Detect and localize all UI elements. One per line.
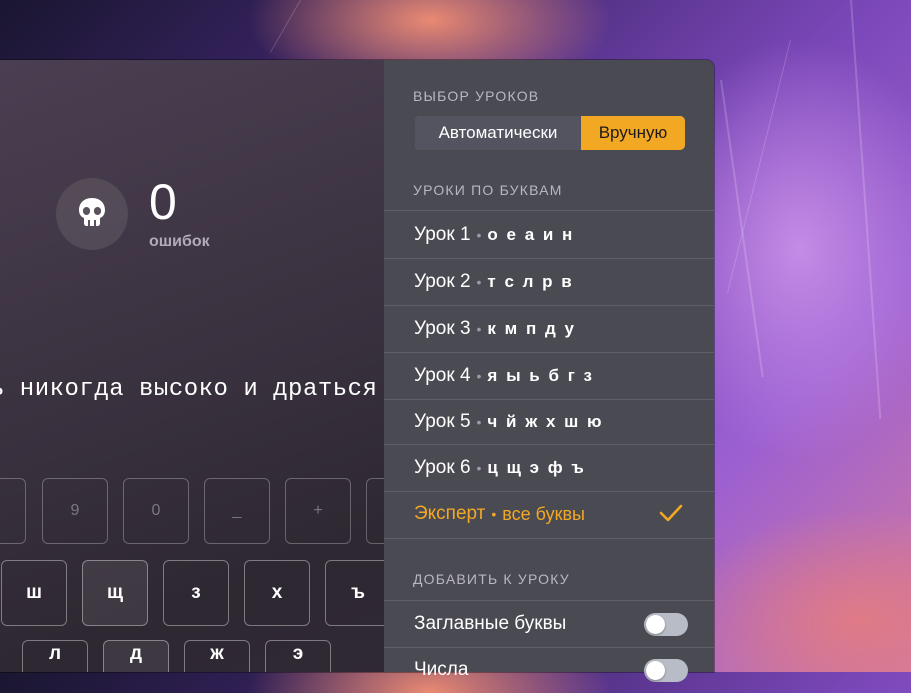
- toggle-knob: [646, 661, 665, 680]
- wallpaper-stroke: [727, 40, 791, 293]
- lesson-name: Эксперт: [414, 503, 486, 524]
- skull-icon: [75, 195, 109, 234]
- lesson-letters: о е а и н: [487, 225, 575, 244]
- uppercase-toggle[interactable]: [644, 613, 688, 636]
- toggle-row-numbers[interactable]: Числа: [384, 647, 714, 693]
- lesson-choice-header: ВЫБОР УРОКОВ: [413, 88, 540, 104]
- separator-dot: •: [476, 227, 482, 243]
- letter-lessons-header: УРОКИ ПО БУКВАМ: [413, 182, 563, 198]
- key-9[interactable]: 9: [42, 478, 108, 544]
- separator-dot: •: [476, 274, 482, 290]
- error-count: 0: [149, 174, 177, 230]
- separator-dot: •: [476, 321, 482, 337]
- key-hard-sign[interactable]: ъ: [325, 560, 391, 626]
- key-zhe[interactable]: ж: [184, 640, 250, 672]
- key-partial[interactable]: [0, 478, 26, 544]
- lesson-letters: т с л р в: [487, 272, 574, 291]
- key-el[interactable]: л: [22, 640, 88, 672]
- add-to-lesson-header: ДОБАВИТЬ К УРОКУ: [413, 571, 570, 587]
- lesson-letters: ч й ж х ш ю: [487, 412, 604, 431]
- mode-auto-button[interactable]: Автоматически: [415, 116, 581, 150]
- key-sha[interactable]: ш: [1, 560, 67, 626]
- wallpaper-stroke: [850, 0, 882, 419]
- key-shcha[interactable]: щ: [82, 560, 148, 626]
- lesson-letters: все буквы: [502, 503, 585, 524]
- key-ze[interactable]: з: [163, 560, 229, 626]
- lesson-letters: к м п д у: [487, 319, 576, 338]
- lesson-letters: я ы ь б г з: [487, 366, 594, 385]
- toggle-label: Заглавные буквы: [414, 613, 567, 634]
- lesson-name: Урок 2: [414, 271, 471, 292]
- lesson-menu: ВЫБОР УРОКОВ Автоматически Вручную УРОКИ…: [384, 60, 714, 682]
- lesson-name: Урок 1: [414, 224, 471, 245]
- lesson-mode-segmented-control: Автоматически Вручную: [415, 116, 685, 150]
- lesson-item-2[interactable]: Урок 2 • т с л р в: [384, 259, 714, 305]
- lesson-item-5[interactable]: Урок 5 • ч й ж х ш ю: [384, 399, 714, 445]
- checkmark-icon: [658, 502, 684, 530]
- lesson-item-4[interactable]: Урок 4 • я ы ь б г з: [384, 353, 714, 399]
- divider: [384, 538, 714, 539]
- lesson-item-expert[interactable]: Эксперт • все буквы: [384, 491, 714, 537]
- toggle-knob: [646, 615, 665, 634]
- lesson-name: Урок 5: [414, 411, 471, 432]
- lesson-name: Урок 3: [414, 318, 471, 339]
- lesson-item-1[interactable]: Урок 1 • о е а и н: [384, 212, 714, 258]
- skull-badge: [56, 178, 128, 250]
- key-kha[interactable]: х: [244, 560, 310, 626]
- lesson-name: Урок 4: [414, 365, 471, 386]
- divider: [384, 210, 714, 211]
- key-de[interactable]: д: [103, 640, 169, 672]
- lesson-item-6[interactable]: Урок 6 • ц щ э ф ъ: [384, 445, 714, 491]
- key-e[interactable]: э: [265, 640, 331, 672]
- separator-dot: •: [476, 368, 482, 384]
- numbers-toggle[interactable]: [644, 659, 688, 682]
- separator-dot: •: [491, 506, 497, 522]
- toggle-label: Числа: [414, 659, 469, 680]
- key-0[interactable]: 0: [123, 478, 189, 544]
- lesson-item-3[interactable]: Урок 3 • к м п д у: [384, 306, 714, 352]
- error-label: ошибок: [149, 233, 210, 250]
- key-underscore[interactable]: _: [204, 478, 270, 544]
- separator-dot: •: [476, 414, 482, 430]
- typing-text: ь никогда высоко и драться: [0, 376, 378, 403]
- key-plus[interactable]: +: [285, 478, 351, 544]
- wallpaper-stroke: [270, 0, 301, 53]
- lesson-name: Урок 6: [414, 457, 471, 478]
- lesson-letters: ц щ э ф ъ: [487, 458, 586, 477]
- mode-manual-button[interactable]: Вручную: [581, 116, 685, 150]
- toggle-row-uppercase[interactable]: Заглавные буквы: [384, 601, 714, 647]
- separator-dot: •: [476, 460, 482, 476]
